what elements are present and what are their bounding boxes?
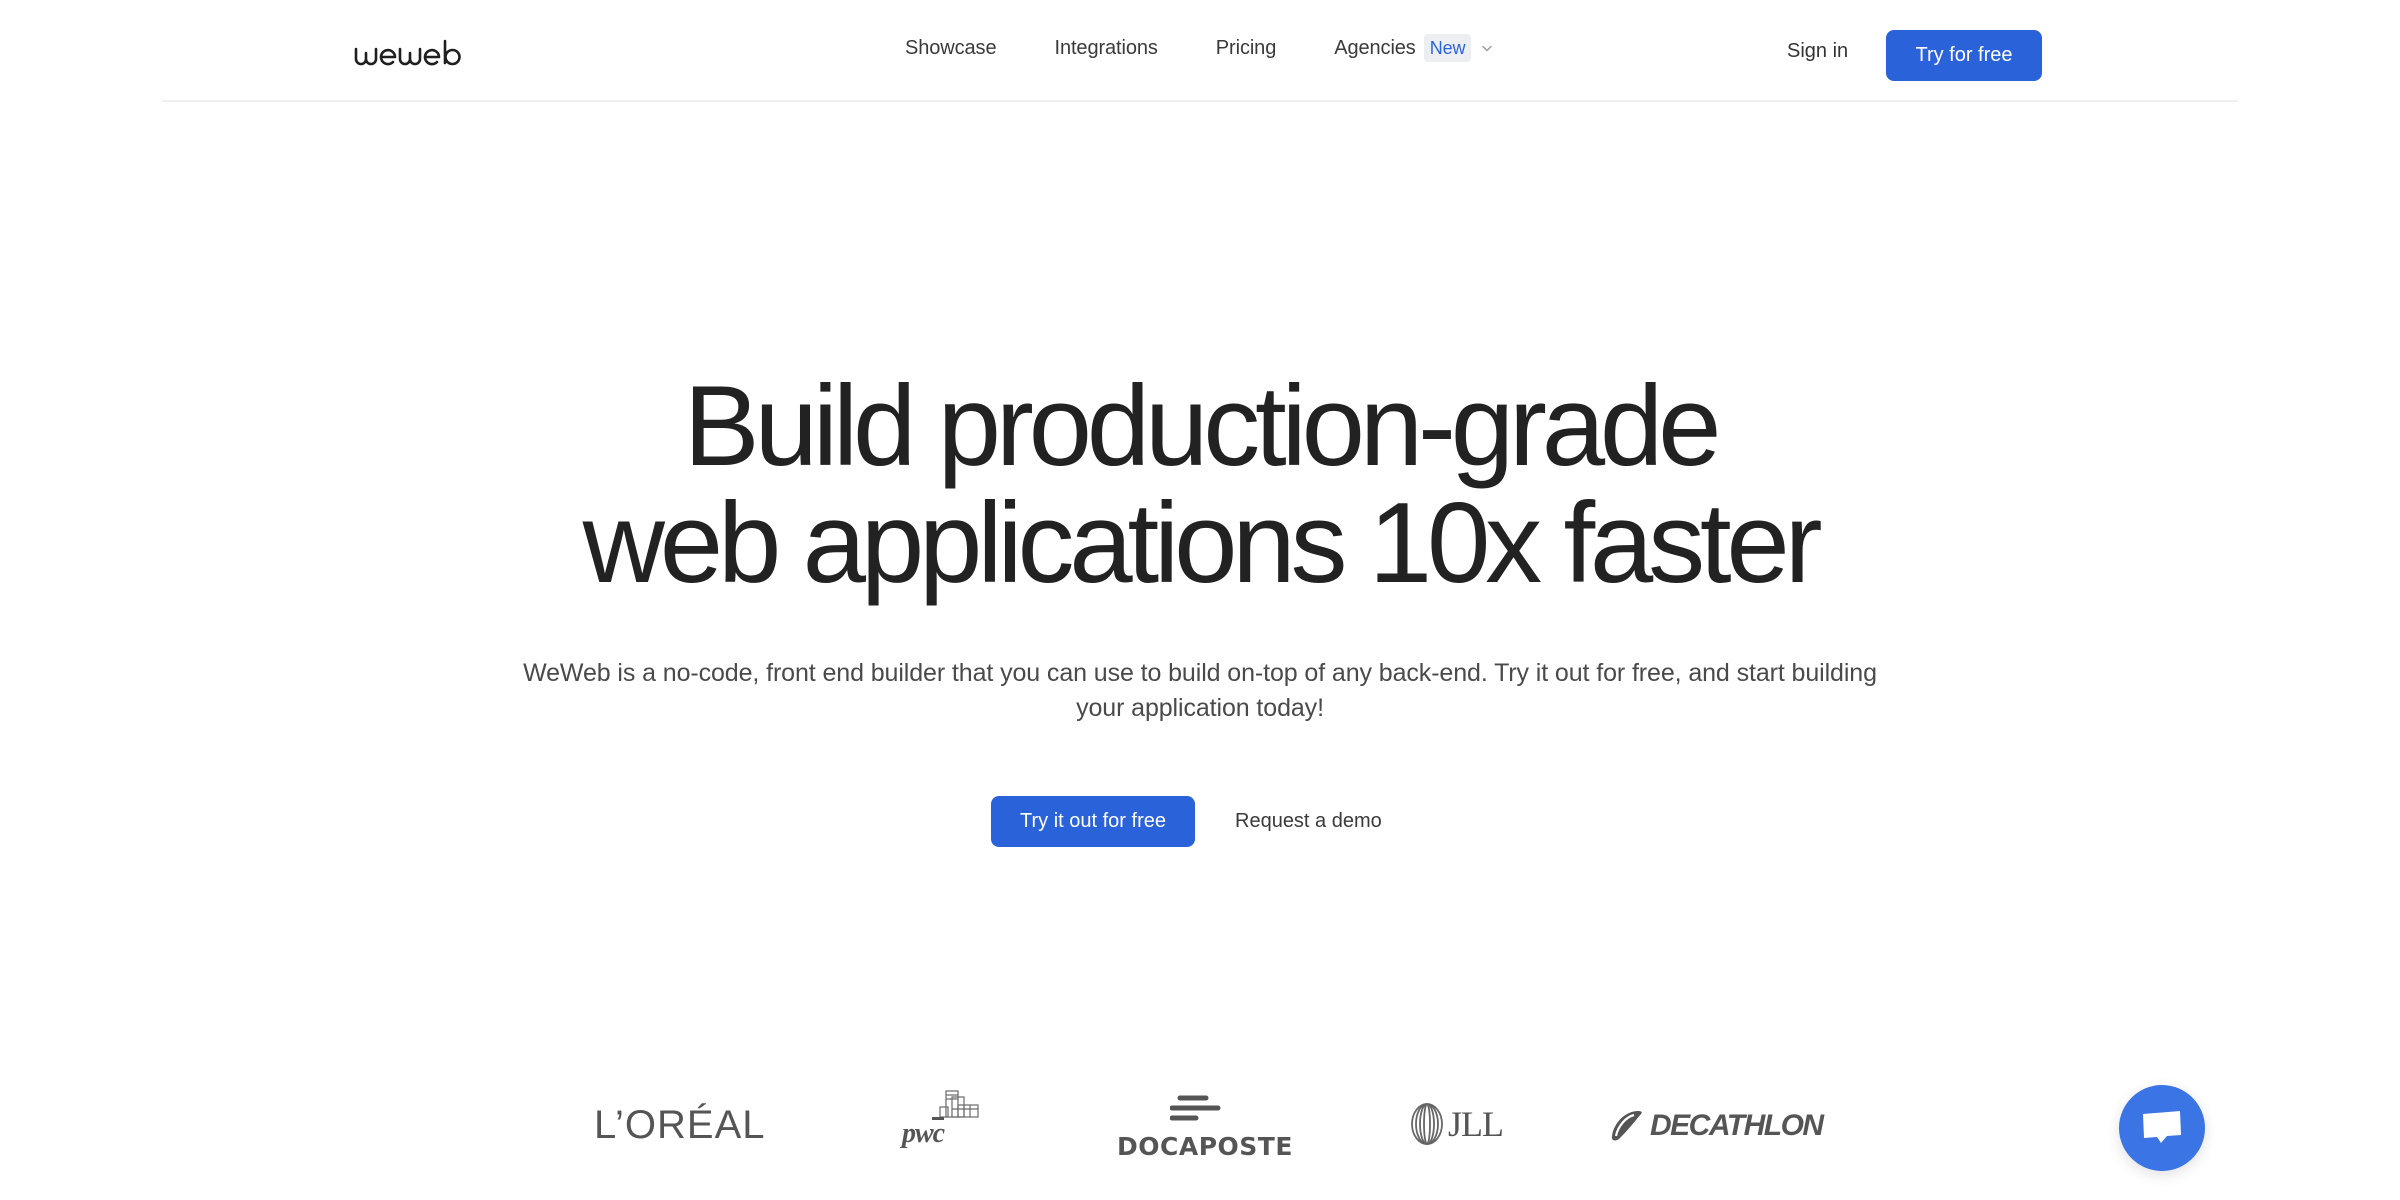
nav-showcase-label: Showcase bbox=[905, 36, 997, 59]
nav-integrations[interactable]: Integrations bbox=[1054, 37, 1157, 60]
site-header: Showcase Integrations Pricing Agencies N… bbox=[0, 0, 2400, 102]
weweb-logo[interactable] bbox=[354, 34, 462, 74]
nav-integrations-label: Integrations bbox=[1054, 36, 1158, 59]
main-nav: Showcase Integrations Pricing Agencies N… bbox=[905, 28, 1493, 68]
decathlon-wordmark: DECATHLON bbox=[1650, 1109, 1824, 1142]
jll-logo: JLL bbox=[1410, 1101, 1504, 1147]
customer-logos: L’ORÉAL pwc DOCAPOSTE JLL DECATHLON bbox=[0, 1080, 2400, 1200]
pwc-wordmark: pwc bbox=[902, 1118, 945, 1149]
weweb-logo-icon bbox=[354, 39, 461, 66]
jll-rings-icon bbox=[1411, 1103, 1443, 1145]
hero-title: Build production-grade web applications … bbox=[0, 368, 2400, 602]
sign-in-link[interactable]: Sign in bbox=[1787, 40, 1848, 63]
decathlon-logo: DECATHLON bbox=[1608, 1106, 1824, 1146]
docaposte-logo: DOCAPOSTE bbox=[1117, 1094, 1292, 1164]
docaposte-bars-icon bbox=[1170, 1095, 1221, 1121]
try-for-free-button[interactable]: Try for free bbox=[1886, 30, 2042, 81]
header-divider bbox=[162, 100, 2238, 102]
try-it-out-button[interactable]: Try it out for free bbox=[991, 796, 1195, 847]
request-demo-link[interactable]: Request a demo bbox=[1235, 810, 1382, 833]
jll-wordmark: JLL bbox=[1448, 1104, 1504, 1144]
nav-agencies-label: Agencies bbox=[1334, 36, 1416, 59]
pwc-logo: pwc bbox=[900, 1090, 990, 1152]
nav-showcase[interactable]: Showcase bbox=[905, 36, 997, 60]
hero-title-line-1: Build production-grade bbox=[683, 363, 1722, 490]
nav-agencies-dropdown[interactable]: Agencies New bbox=[1334, 34, 1493, 62]
nav-pricing-label: Pricing bbox=[1215, 36, 1277, 59]
decathlon-swoosh-icon bbox=[1611, 1111, 1642, 1141]
docaposte-wordmark: DOCAPOSTE bbox=[1117, 1132, 1293, 1161]
loreal-logo: L’ORÉAL bbox=[594, 1103, 766, 1147]
chevron-down-icon bbox=[1481, 42, 1493, 54]
chat-launcher-button[interactable] bbox=[2119, 1085, 2205, 1171]
new-badge: New bbox=[1423, 34, 1472, 62]
nav-pricing[interactable]: Pricing bbox=[1215, 36, 1277, 60]
pwc-building-icon bbox=[932, 1090, 979, 1120]
hero-subtitle: WeWeb is a no-code, front end builder th… bbox=[523, 659, 1877, 722]
hero-title-line-2: web applications 10x faster bbox=[582, 480, 1823, 607]
chat-bubble-icon bbox=[2143, 1111, 2181, 1143]
page: Showcase Integrations Pricing Agencies N… bbox=[0, 0, 2400, 1200]
